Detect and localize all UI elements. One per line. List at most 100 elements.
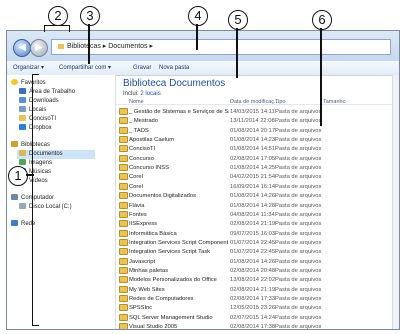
address-bar[interactable]: Bibliotecas ▸ Documentos ▸ [51,39,391,55]
file-type: Pasta de arquivos [275,137,322,144]
folder-icon [119,164,128,172]
places-icon [19,106,26,112]
callout-6-line [320,28,322,126]
file-date: 01/08/2014 14:51 [230,146,276,153]
file-type: Pasta de arquivos [275,165,322,172]
file-name: Javascript [129,258,156,265]
file-row[interactable]: Minhas paletas 02/08/2014 20:48 Pasta de a… [119,266,389,275]
file-name: _ Gestão de Sistemas e Serviços de Saúde [129,109,229,115]
file-date: 01/07/2014 22:45 [230,249,276,256]
file-row[interactable]: Integration Services Script Component 01/… [119,238,389,247]
file-row[interactable]: Corel 16/09/2014 16:14 Pasta de arquivos [119,182,389,191]
file-row[interactable]: Integration Services Script Task 01/07/20… [119,248,389,256]
file-row[interactable]: Flávia 01/08/2014 14:28 Pasta de arquivos [119,201,389,210]
file-date: 01/08/2014 14:23 [230,137,276,144]
folder-icon [119,108,128,115]
folder-icon [119,276,128,284]
title-bar: ◀ ▶ Bibliotecas ▸ Documentos ▸ [7,31,399,62]
libraries-icon [11,141,18,147]
file-date: 16/09/2014 16:14 [230,183,276,190]
file-row[interactable]: Modelos Personalizados do Office 13/08/20… [119,276,389,284]
file-name: Integration Services Script Task [129,249,211,256]
file-type: Pasta de arquivos [275,146,322,153]
forward-button[interactable]: ▶ [30,39,48,57]
file-type: Pasta de arquivos [275,155,322,162]
file-row[interactable]: Corel 04/02/2015 21:54 Pasta de arquivos [119,173,389,181]
file-row[interactable]: SPSSInc 12/05/2015 23:26 Pasta de arquivos [119,304,389,312]
folder-icon [119,285,128,293]
file-row[interactable]: Documentos Digitalizados 01/08/2014 14:26… [119,192,389,200]
file-date: 13/11/2014 22:08 [230,118,275,125]
file-type: Pasta de arquivos [275,286,322,293]
organize-menu[interactable]: Organizar ▾ [13,61,44,75]
file-row[interactable]: Redes de Computadores 02/08/2014 17:33 Pas… [119,295,389,303]
file-type: Pasta de arquivos [275,249,322,256]
file-row[interactable]: SQL Server Management Studio 02/07/2015 1… [119,313,389,322]
back-button[interactable]: ◀ [13,39,31,57]
command-bar: Organizar ▾ Compartilhar com ▾ Gravar No… [7,61,399,76]
callout-1-bracket [32,74,39,326]
file-type: Pasta de arquivos [275,193,322,200]
file-row[interactable]: Informática Básica 09/07/2015 16:03 Pasta … [119,229,389,238]
vertical-scrollbar[interactable] [392,75,399,329]
callout-6: 6 [312,10,332,30]
file-type: Pasta de arquivos [275,239,322,246]
file-type: Pasta de arquivos [275,277,322,284]
library-locations: Inclui: 2 locais [123,91,161,97]
folder-icon [119,295,128,302]
file-name: IISExpress [129,221,158,228]
folder-icon [119,173,128,181]
folder-icon [119,201,128,209]
file-type: Pasta de arquivos [275,118,322,125]
nav-item-desktop[interactable]: Área de Trabalho [19,88,75,97]
file-name: Fontes [129,211,147,218]
file-date: 13/08/2014 22:02 [230,277,276,284]
nav-item-documents[interactable]: Documentos [17,150,95,159]
file-date: 14/03/2015 14:11 [230,109,275,115]
file-date: 04/08/2014 11:34 [230,211,275,218]
file-row[interactable]: Concurso 02/08/2014 17:05 Pasta de arquivo… [119,154,389,163]
file-row[interactable]: My Web Sites 02/08/2014 21:19 Pasta de arq… [119,285,389,294]
share-menu[interactable]: Compartilhar com ▾ [59,61,111,75]
file-type: Pasta de arquivos [275,296,322,302]
file-name: SPSSInc [129,305,153,312]
burn-button[interactable]: Gravar [133,61,151,75]
file-type: Pasta de arquivos [275,305,322,312]
favorites-header[interactable]: Favoritos [11,79,46,88]
file-name: Visual Studio 2005 [129,324,178,330]
file-name: Concurso [129,155,154,162]
locations-link[interactable]: 2 locais [140,91,160,97]
file-name: _ Mestrado [129,118,158,125]
header-divider [115,104,399,105]
file-row[interactable]: _ Gestão de Sistemas e Serviços de Saúde… [119,108,389,116]
nav-item-local-disk[interactable]: Disco Local (C:) [19,203,72,212]
callout-5: 5 [228,10,248,30]
file-name: Minhas paletas [129,267,168,274]
file-row[interactable]: ConcisoTI 01/08/2014 14:51 Pasta de arquiv… [119,145,389,153]
callout-1-line [26,174,34,176]
file-date: 02/07/2015 14:24 [230,314,276,321]
file-row[interactable]: Visual Studio 2005 02/08/2014 17:38 Pasta … [119,323,389,330]
file-row[interactable]: Javascript 01/08/2014 14:26 Pasta de arqui… [119,257,389,266]
file-name: Corel [129,174,143,181]
file-row[interactable]: _ Mestrado 13/11/2014 22:08 Pasta de arqui… [119,117,389,125]
file-date: 09/07/2015 16:03 [230,230,276,237]
file-date: 01/08/2014 14:26 [230,258,276,265]
file-date: 02/08/2014 21:19 [230,221,276,228]
desktop-icon [19,88,26,94]
callout-5-line [236,28,238,78]
folder-icon [119,257,128,265]
file-row[interactable]: Apostilas Caelum 01/08/2014 14:23 Pasta de… [119,136,389,144]
file-date: 01/08/2014 14:28 [230,202,276,209]
file-row[interactable]: _ TADS 01/08/2014 20:17 Pasta de arquivos [119,126,389,135]
file-date: 02/08/2014 17:33 [230,296,276,302]
folder-icon [119,220,128,228]
file-type: Pasta de arquivos [275,183,322,190]
libraries-header[interactable]: Bibliotecas [11,141,50,150]
file-name: Flávia [129,202,145,209]
file-row[interactable]: Concurso INSS 01/08/2014 14:25 Pasta de ar… [119,164,389,172]
new-folder-button[interactable]: Nova pasta [159,61,189,75]
file-row[interactable]: Fontes 04/08/2014 11:34 Pasta de arquivos [119,210,389,219]
images-icon [19,159,26,165]
file-row[interactable]: IISExpress 02/08/2014 21:19 Pasta de arqui… [119,220,389,228]
